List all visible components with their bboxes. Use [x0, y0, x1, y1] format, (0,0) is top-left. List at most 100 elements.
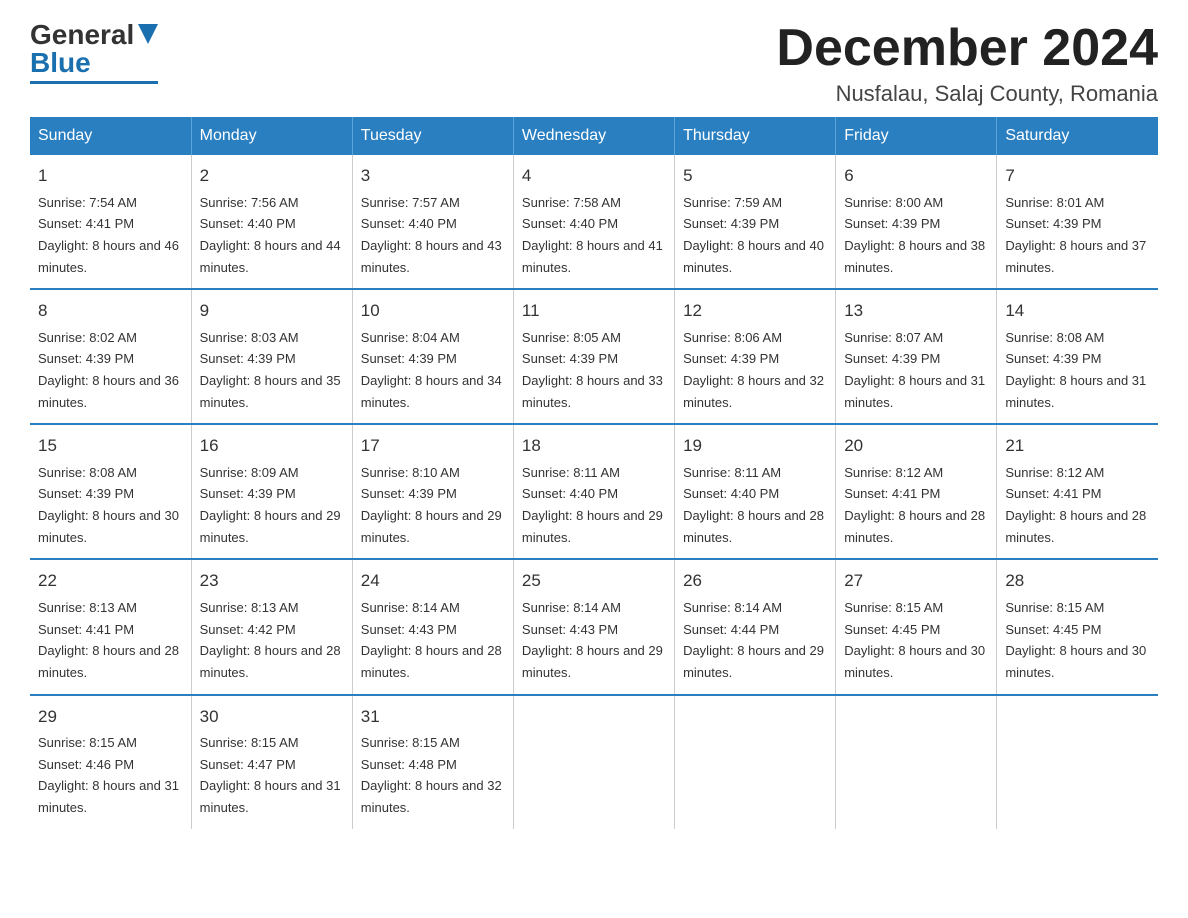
table-row: 2Sunrise: 7:56 AMSunset: 4:40 PMDaylight… — [191, 155, 352, 289]
day-info: Sunrise: 8:03 AMSunset: 4:39 PMDaylight:… — [200, 330, 341, 410]
day-info: Sunrise: 8:01 AMSunset: 4:39 PMDaylight:… — [1005, 195, 1146, 275]
col-wednesday: Wednesday — [513, 117, 674, 155]
day-number: 1 — [38, 163, 183, 189]
calendar-table: Sunday Monday Tuesday Wednesday Thursday… — [30, 117, 1158, 828]
day-info: Sunrise: 7:59 AMSunset: 4:39 PMDaylight:… — [683, 195, 824, 275]
day-number: 11 — [522, 298, 666, 324]
table-row: 30 Sunrise: 8:15 AMSunset: 4:47 PMDayligh… — [191, 695, 352, 829]
table-row: 25Sunrise: 8:14 AMSunset: 4:43 PMDayligh… — [513, 559, 674, 694]
table-row: 13Sunrise: 8:07 AMSunset: 4:39 PMDayligh… — [836, 289, 997, 424]
day-number: 2 — [200, 163, 344, 189]
table-row: 10Sunrise: 8:04 AMSunset: 4:39 PMDayligh… — [352, 289, 513, 424]
col-monday: Monday — [191, 117, 352, 155]
day-info: Sunrise: 7:54 AMSunset: 4:41 PMDaylight:… — [38, 195, 179, 275]
day-number: 30 — [200, 704, 344, 730]
logo-underline — [30, 81, 158, 84]
day-number: 15 — [38, 433, 183, 459]
day-number: 3 — [361, 163, 505, 189]
calendar-week-row: 29Sunrise: 8:15 AMSunset: 4:46 PMDayligh… — [30, 695, 1158, 829]
day-info: Sunrise: 8:15 AMSunset: 4:45 PMDaylight:… — [1005, 600, 1146, 680]
table-row: 9 Sunrise: 8:03 AMSunset: 4:39 PMDaylight… — [191, 289, 352, 424]
day-info: Sunrise: 8:14 AMSunset: 4:43 PMDaylight:… — [522, 600, 663, 680]
table-row: 17 Sunrise: 8:10 AMSunset: 4:39 PMDayligh… — [352, 424, 513, 559]
table-row: 8 Sunrise: 8:02 AMSunset: 4:39 PMDaylight… — [30, 289, 191, 424]
day-number: 26 — [683, 568, 827, 594]
day-info: Sunrise: 8:00 AMSunset: 4:39 PMDaylight:… — [844, 195, 985, 275]
table-row: 14Sunrise: 8:08 AMSunset: 4:39 PMDayligh… — [997, 289, 1158, 424]
table-row: 6 Sunrise: 8:00 AMSunset: 4:39 PMDaylight… — [836, 155, 997, 289]
day-number: 17 — [361, 433, 505, 459]
day-info: Sunrise: 8:15 AMSunset: 4:48 PMDaylight:… — [361, 735, 502, 815]
table-row: 12 Sunrise: 8:06 AMSunset: 4:39 PMDayligh… — [675, 289, 836, 424]
table-row: 31 Sunrise: 8:15 AMSunset: 4:48 PMDayligh… — [352, 695, 513, 829]
day-number: 5 — [683, 163, 827, 189]
day-info: Sunrise: 8:12 AMSunset: 4:41 PMDaylight:… — [844, 465, 985, 545]
day-number: 14 — [1005, 298, 1150, 324]
day-info: Sunrise: 8:05 AMSunset: 4:39 PMDaylight:… — [522, 330, 663, 410]
table-row — [513, 695, 674, 829]
day-info: Sunrise: 8:08 AMSunset: 4:39 PMDaylight:… — [38, 465, 179, 545]
table-row: 7Sunrise: 8:01 AMSunset: 4:39 PMDaylight… — [997, 155, 1158, 289]
day-number: 28 — [1005, 568, 1150, 594]
table-row: 15 Sunrise: 8:08 AMSunset: 4:39 PMDayligh… — [30, 424, 191, 559]
col-friday: Friday — [836, 117, 997, 155]
day-info: Sunrise: 8:12 AMSunset: 4:41 PMDaylight:… — [1005, 465, 1146, 545]
table-row: 16Sunrise: 8:09 AMSunset: 4:39 PMDayligh… — [191, 424, 352, 559]
calendar-week-row: 1 Sunrise: 7:54 AMSunset: 4:41 PMDaylight… — [30, 155, 1158, 289]
day-number: 31 — [361, 704, 505, 730]
title-block: December 2024 Nusfalau, Salaj County, Ro… — [776, 20, 1158, 107]
col-sunday: Sunday — [30, 117, 191, 155]
col-thursday: Thursday — [675, 117, 836, 155]
table-row: 11 Sunrise: 8:05 AMSunset: 4:39 PMDayligh… — [513, 289, 674, 424]
day-info: Sunrise: 8:11 AMSunset: 4:40 PMDaylight:… — [683, 465, 824, 545]
table-row — [675, 695, 836, 829]
table-row: 18Sunrise: 8:11 AMSunset: 4:40 PMDayligh… — [513, 424, 674, 559]
table-row — [836, 695, 997, 829]
day-info: Sunrise: 8:02 AMSunset: 4:39 PMDaylight:… — [38, 330, 179, 410]
day-number: 19 — [683, 433, 827, 459]
day-number: 27 — [844, 568, 988, 594]
calendar-title: December 2024 — [776, 20, 1158, 77]
day-info: Sunrise: 8:15 AMSunset: 4:45 PMDaylight:… — [844, 600, 985, 680]
table-row — [997, 695, 1158, 829]
day-info: Sunrise: 8:11 AMSunset: 4:40 PMDaylight:… — [522, 465, 663, 545]
day-info: Sunrise: 8:09 AMSunset: 4:39 PMDaylight:… — [200, 465, 341, 545]
day-number: 20 — [844, 433, 988, 459]
calendar-header-row: Sunday Monday Tuesday Wednesday Thursday… — [30, 117, 1158, 155]
col-saturday: Saturday — [997, 117, 1158, 155]
table-row: 1 Sunrise: 7:54 AMSunset: 4:41 PMDaylight… — [30, 155, 191, 289]
logo-triangle-icon — [138, 24, 158, 44]
day-number: 22 — [38, 568, 183, 594]
table-row: 23 Sunrise: 8:13 AMSunset: 4:42 PMDayligh… — [191, 559, 352, 694]
logo-blue-text: Blue — [30, 49, 91, 77]
day-number: 6 — [844, 163, 988, 189]
day-number: 24 — [361, 568, 505, 594]
day-info: Sunrise: 8:10 AMSunset: 4:39 PMDaylight:… — [361, 465, 502, 545]
day-info: Sunrise: 8:13 AMSunset: 4:42 PMDaylight:… — [200, 600, 341, 680]
table-row: 5 Sunrise: 7:59 AMSunset: 4:39 PMDaylight… — [675, 155, 836, 289]
day-info: Sunrise: 8:07 AMSunset: 4:39 PMDaylight:… — [844, 330, 985, 410]
day-info: Sunrise: 8:13 AMSunset: 4:41 PMDaylight:… — [38, 600, 179, 680]
col-tuesday: Tuesday — [352, 117, 513, 155]
table-row: 24 Sunrise: 8:14 AMSunset: 4:43 PMDayligh… — [352, 559, 513, 694]
day-info: Sunrise: 8:14 AMSunset: 4:43 PMDaylight:… — [361, 600, 502, 680]
table-row: 29Sunrise: 8:15 AMSunset: 4:46 PMDayligh… — [30, 695, 191, 829]
table-row: 26 Sunrise: 8:14 AMSunset: 4:44 PMDayligh… — [675, 559, 836, 694]
day-number: 9 — [200, 298, 344, 324]
day-number: 10 — [361, 298, 505, 324]
day-number: 23 — [200, 568, 344, 594]
table-row: 4Sunrise: 7:58 AMSunset: 4:40 PMDaylight… — [513, 155, 674, 289]
table-row: 22 Sunrise: 8:13 AMSunset: 4:41 PMDayligh… — [30, 559, 191, 694]
logo-general-text: General — [30, 21, 134, 49]
calendar-week-row: 22 Sunrise: 8:13 AMSunset: 4:41 PMDayligh… — [30, 559, 1158, 694]
day-number: 21 — [1005, 433, 1150, 459]
logo: General Blue — [30, 20, 158, 84]
day-info: Sunrise: 8:15 AMSunset: 4:47 PMDaylight:… — [200, 735, 341, 815]
table-row: 3Sunrise: 7:57 AMSunset: 4:40 PMDaylight… — [352, 155, 513, 289]
table-row: 27 Sunrise: 8:15 AMSunset: 4:45 PMDayligh… — [836, 559, 997, 694]
day-number: 8 — [38, 298, 183, 324]
day-info: Sunrise: 8:15 AMSunset: 4:46 PMDaylight:… — [38, 735, 179, 815]
day-info: Sunrise: 8:06 AMSunset: 4:39 PMDaylight:… — [683, 330, 824, 410]
day-number: 12 — [683, 298, 827, 324]
day-info: Sunrise: 8:14 AMSunset: 4:44 PMDaylight:… — [683, 600, 824, 680]
